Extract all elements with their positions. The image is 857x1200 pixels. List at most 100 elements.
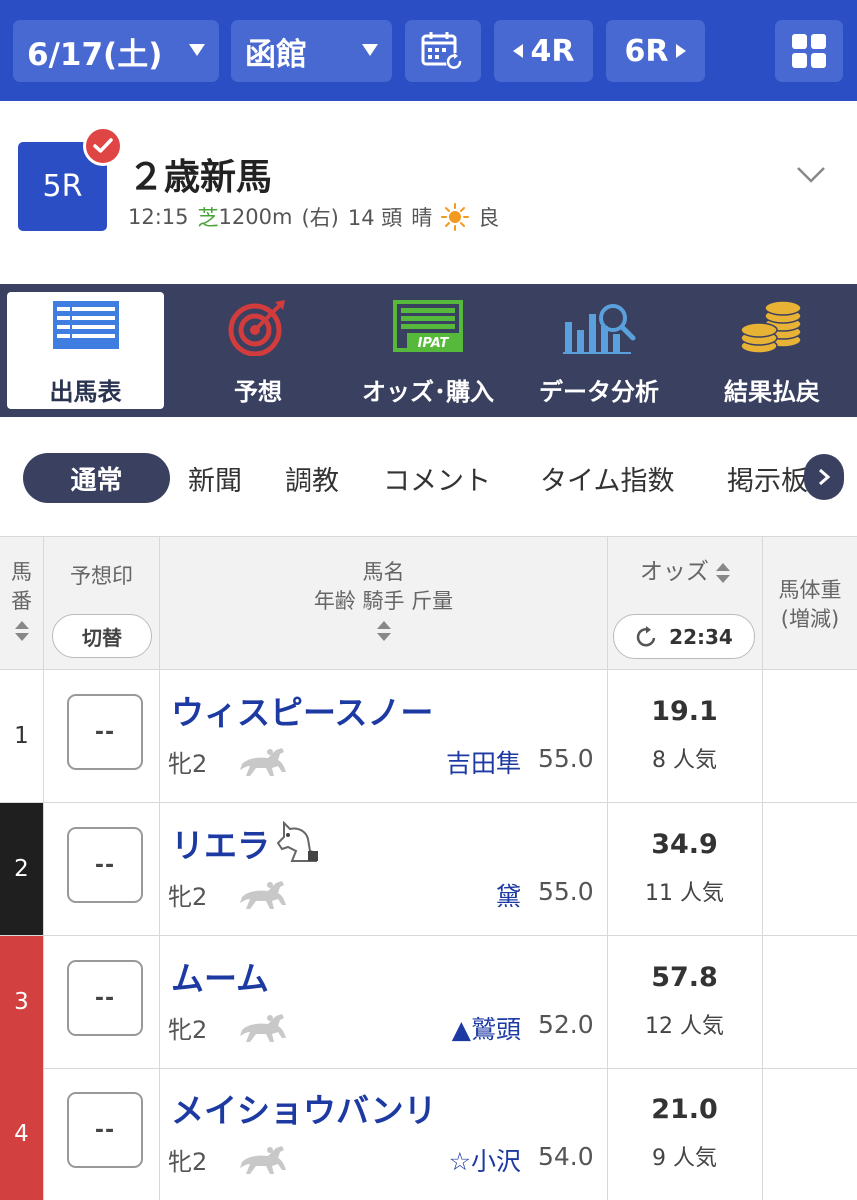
tab-comment[interactable]: コメント: [383, 459, 491, 498]
mark-select[interactable]: --: [67, 1092, 143, 1168]
header-number[interactable]: 馬番: [0, 558, 43, 645]
nav-result-payout[interactable]: 結果払戻: [688, 292, 856, 409]
tab-normal[interactable]: 通常: [23, 453, 170, 503]
venue-label: 函館: [245, 36, 307, 73]
odds-value[interactable]: 19.1: [608, 696, 761, 727]
header-weight-sub: (増減): [780, 607, 840, 631]
refresh-icon: [636, 625, 656, 646]
table-row[interactable]: 1 -- ウィスピースノー 牝2 吉田隼 55.0 19.1 8 人気: [0, 670, 857, 803]
nav-odds-purchase[interactable]: IPAT オッズ･購入: [344, 292, 512, 409]
jockey-link[interactable]: 吉田隼: [446, 744, 521, 780]
race-direction: (右): [301, 206, 339, 230]
top-bar: 6/17(土) 函館 4R 6R: [0, 0, 857, 101]
header-number-label: 馬番: [11, 560, 32, 613]
race-info: 12:15 芝 1200m (右) 14 頭 晴 良: [128, 202, 499, 232]
sex-age: 牝2: [168, 1148, 208, 1176]
race-time: 12:15: [128, 205, 189, 229]
racehorse-icon: [240, 1146, 286, 1174]
odds-value[interactable]: 57.8: [608, 962, 761, 993]
carried-weight: 52.0: [538, 1010, 594, 1039]
ipat-icon: IPAT: [393, 300, 463, 352]
tab-newspaper[interactable]: 新聞: [188, 459, 242, 498]
carried-weight: 55.0: [538, 877, 594, 906]
nav-data-analysis[interactable]: データ分析: [518, 292, 680, 409]
nav-label: オッズ･購入: [362, 378, 494, 406]
nav-entry-table[interactable]: 出馬表: [7, 292, 164, 409]
arrow-right-icon: [676, 44, 687, 58]
horse-name-text: リエラ: [171, 826, 270, 865]
horse-name[interactable]: リエラ: [171, 819, 320, 867]
race-condition: 良: [478, 206, 500, 230]
nav-prediction[interactable]: 予想: [178, 292, 338, 409]
header-odds-label: オッズ: [639, 559, 709, 585]
horse-name-text: ムーム: [171, 959, 270, 998]
horse-name[interactable]: ウィスピースノー: [171, 686, 433, 734]
odds-value[interactable]: 34.9: [608, 829, 761, 860]
table-row[interactable]: 3 -- ムーム 牝2 ▲鷲頭 52.0 57.8 12 人気: [0, 936, 857, 1069]
mark-toggle-button[interactable]: 切替: [52, 614, 152, 658]
odds-value[interactable]: 21.0: [608, 1094, 761, 1125]
gate-number: 4: [0, 1068, 43, 1200]
scroll-right-button[interactable]: [804, 454, 844, 500]
venue-select[interactable]: 函館: [231, 20, 392, 82]
sex-age: 牝2: [168, 750, 208, 778]
popularity: 12 人気: [645, 1014, 724, 1039]
header-name[interactable]: 馬名 年齢 騎手 斤量: [160, 558, 607, 645]
jockey-link[interactable]: 黛: [496, 877, 521, 913]
gate-number: 3: [0, 936, 43, 1068]
entry-table-icon: [52, 301, 119, 349]
jockey-link[interactable]: ☆小沢: [449, 1142, 521, 1178]
race-title: ２歳新馬: [128, 157, 273, 198]
table-row[interactable]: 4 -- メイショウバンリ 牝2 ☆小沢 54.0 21.0 9 人気: [0, 1068, 857, 1200]
header-odds[interactable]: オッズ: [608, 558, 762, 587]
header-body-weight: 馬体重 (増減): [763, 576, 857, 634]
horse-head-icon: [276, 821, 318, 862]
menu-grid-button[interactable]: [775, 20, 843, 82]
next-race-button[interactable]: 6R: [606, 20, 705, 82]
race-distance: 1200m: [218, 205, 293, 229]
carried-weight: 54.0: [538, 1142, 594, 1171]
date-select[interactable]: 6/17(土): [13, 20, 219, 82]
gate-number: 2: [0, 803, 43, 935]
chevron-down-icon[interactable]: [796, 166, 826, 184]
odds-updated-time: 22:34: [669, 624, 733, 649]
nav-label: 出馬表: [49, 378, 122, 406]
nav-label: 予想: [234, 378, 282, 406]
gate-number: 1: [0, 670, 43, 802]
horse-name-text: ウィスピースノー: [171, 693, 434, 732]
racehorse-icon: [240, 748, 286, 776]
sort-icon: [716, 562, 731, 584]
table-row[interactable]: 2 -- リエラ 牝2 黛 55.0 34.9 11 人気: [0, 803, 857, 936]
odds-refresh-button[interactable]: 22:34: [613, 614, 755, 659]
mark-select[interactable]: --: [67, 694, 143, 770]
svg-text:IPAT: IPAT: [418, 336, 450, 351]
sort-icon: [376, 620, 391, 642]
carried-weight: 55.0: [538, 744, 594, 773]
prev-race-label: 4R: [530, 33, 575, 69]
header-mark: 予想印: [70, 564, 133, 588]
race-surface: 芝: [197, 206, 219, 230]
mark-select[interactable]: --: [67, 827, 143, 903]
sun-icon: [441, 203, 470, 231]
sort-icon: [14, 620, 29, 642]
race-number: 5R: [42, 169, 83, 204]
date-label: 6/17(土): [27, 36, 163, 73]
coins-icon: [740, 300, 802, 354]
horse-name-text: メイショウバンリ: [171, 1091, 437, 1130]
check-badge-icon: [83, 126, 123, 166]
prev-race-button[interactable]: 4R: [494, 20, 593, 82]
racehorse-icon: [240, 881, 286, 909]
tab-time-index[interactable]: タイム指数: [540, 459, 674, 498]
tab-training[interactable]: 調教: [285, 459, 339, 498]
arrow-left-icon: [512, 44, 523, 58]
race-nav: 出馬表 予想 IPAT オッズ･購入 データ分析 結果払戻: [0, 284, 857, 417]
mark-select[interactable]: --: [67, 960, 143, 1036]
sex-age: 牝2: [168, 883, 208, 911]
sex-age: 牝2: [168, 1016, 208, 1044]
calendar-button[interactable]: [405, 20, 481, 82]
popularity: 11 人気: [645, 881, 724, 906]
horse-name[interactable]: メイショウバンリ: [171, 1084, 437, 1132]
grid-menu-icon: [792, 34, 826, 68]
horse-name[interactable]: ムーム: [171, 952, 269, 1000]
jockey-link[interactable]: ▲鷲頭: [452, 1010, 521, 1046]
